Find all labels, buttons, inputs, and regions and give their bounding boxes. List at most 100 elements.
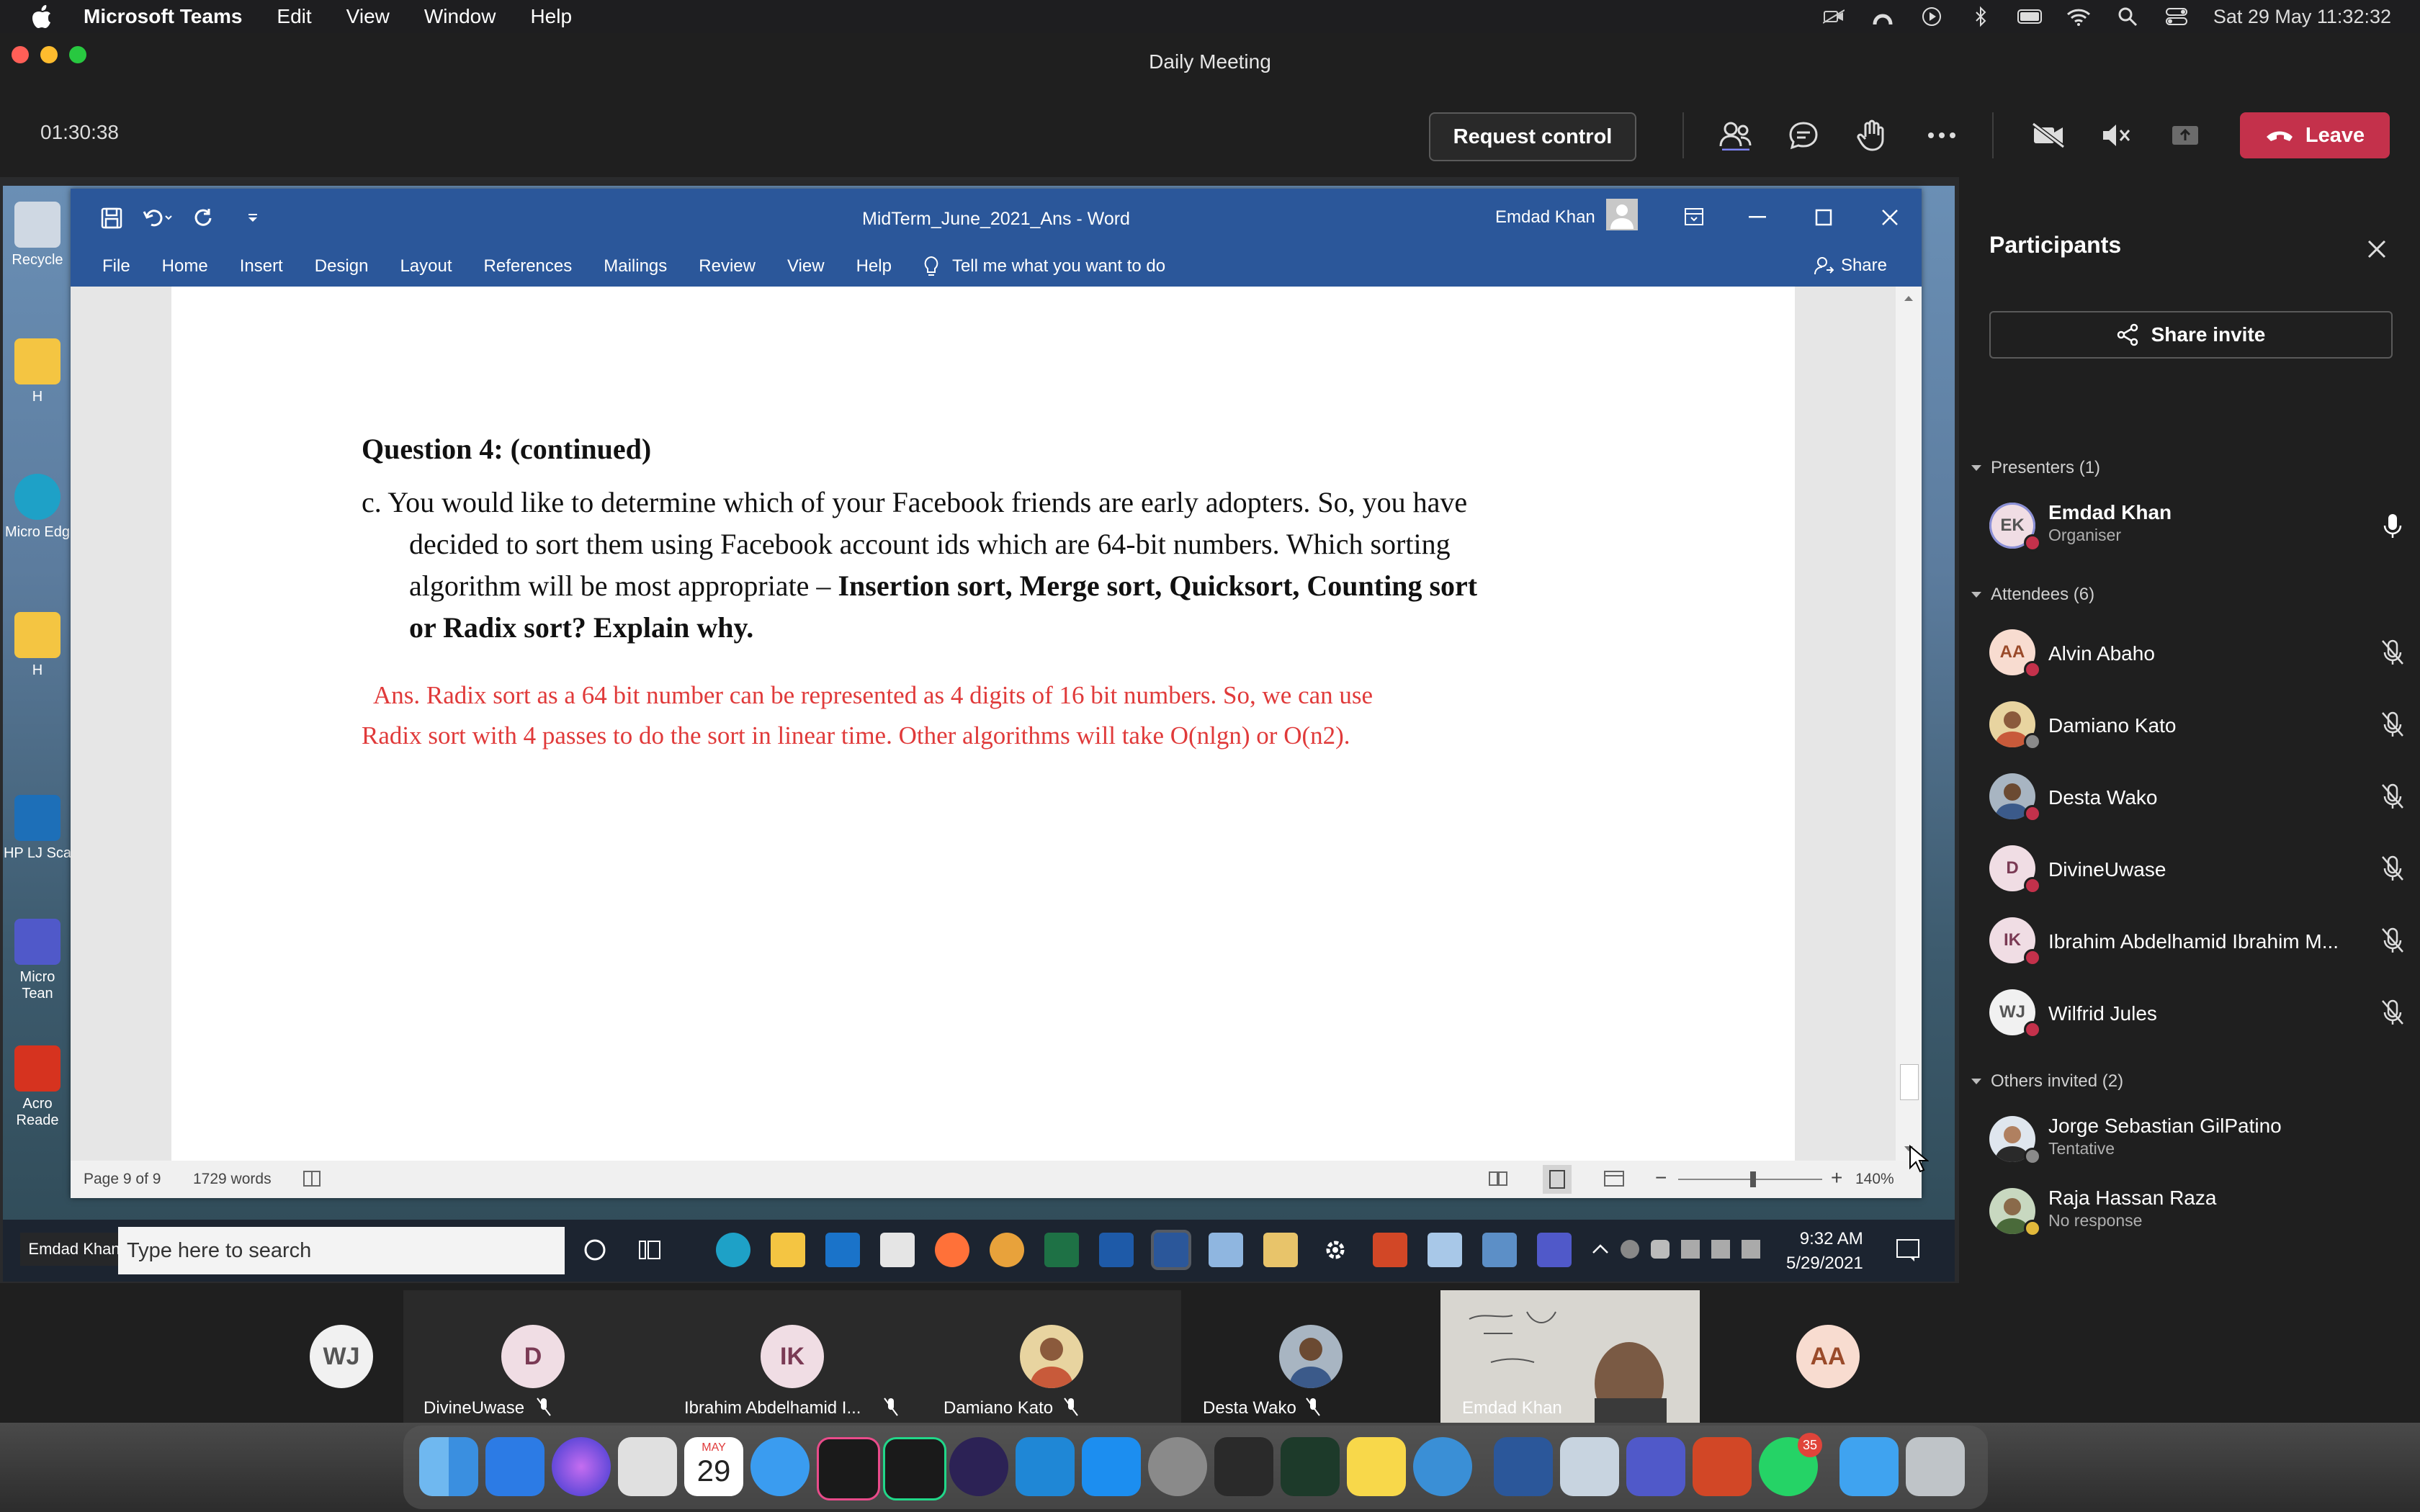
notes-icon[interactable]	[1347, 1437, 1406, 1496]
volume-icon[interactable]	[1742, 1240, 1760, 1259]
preview-icon[interactable]	[1560, 1437, 1619, 1496]
zoom-out-button[interactable]: −	[1655, 1166, 1667, 1189]
powerpoint-icon[interactable]	[1693, 1437, 1752, 1496]
taskbar-search-box[interactable]: Type here to search	[118, 1227, 565, 1274]
chrome-taskbar-icon[interactable]	[990, 1233, 1024, 1267]
tab-home[interactable]: Home	[162, 256, 208, 276]
scroll-thumb[interactable]	[1900, 1064, 1919, 1100]
app-store-icon[interactable]	[1082, 1437, 1141, 1496]
app-taskbar-icon[interactable]	[1209, 1233, 1243, 1267]
close-panel-icon[interactable]	[2367, 239, 2387, 259]
gallery-tile-desta[interactable]: Desta Wako	[1181, 1290, 1440, 1423]
others-invited-section-header[interactable]: Others invited (2)	[1971, 1071, 2123, 1092]
participant-raja[interactable]: Raja Hassan Raza No response	[1989, 1182, 2407, 1240]
web-layout-icon[interactable]	[1603, 1169, 1625, 1188]
zoom-in-button[interactable]: +	[1831, 1166, 1842, 1189]
word-icon[interactable]	[1494, 1437, 1553, 1496]
spotlight-search-icon[interactable]	[2115, 6, 2140, 27]
camera-off-icon[interactable]	[2030, 117, 2067, 154]
eclipse-icon[interactable]	[949, 1437, 1008, 1496]
folder-taskbar-icon[interactable]	[1263, 1233, 1298, 1267]
teams-taskbar-icon[interactable]	[1537, 1233, 1572, 1267]
tab-references[interactable]: References	[484, 256, 573, 276]
maximize-icon[interactable]	[1815, 209, 1832, 226]
task-view-icon[interactable]	[637, 1237, 663, 1263]
bluetooth-icon[interactable]	[1968, 6, 1993, 27]
vscode-icon[interactable]	[1016, 1437, 1075, 1496]
participant-ibrahim[interactable]: IK Ibrahim Abdelhamid Ibrahim M...	[1989, 912, 2407, 969]
camera-off-icon[interactable]	[1821, 6, 1846, 27]
pycharm-icon[interactable]	[883, 1437, 946, 1500]
file-explorer-taskbar-icon[interactable]	[771, 1233, 805, 1267]
scroll-up-arrow-icon[interactable]	[1901, 291, 1916, 305]
edge-taskbar-icon[interactable]	[716, 1233, 750, 1267]
tab-insert[interactable]: Insert	[240, 256, 283, 276]
tab-mailings[interactable]: Mailings	[604, 256, 667, 276]
system-preferences-icon[interactable]	[1148, 1437, 1207, 1496]
wifi-icon[interactable]	[2066, 6, 2091, 27]
zoom-slider[interactable]	[1678, 1171, 1822, 1187]
vertical-scrollbar[interactable]	[1896, 287, 1922, 1161]
store-taskbar-icon[interactable]	[880, 1233, 915, 1267]
request-control-button[interactable]: Request control	[1429, 112, 1636, 161]
gallery-tile-divineuwase[interactable]: D DivineUwase	[403, 1290, 663, 1423]
gallery-avatar-wj[interactable]: WJ	[310, 1325, 373, 1388]
cortana-icon[interactable]	[582, 1237, 608, 1263]
menubar-clock[interactable]: Sat 29 May 11:32:32	[2213, 6, 2391, 28]
participant-alvin-abaho[interactable]: AA Alvin Abaho	[1989, 624, 2407, 681]
powerpoint-taskbar-icon[interactable]	[1373, 1233, 1407, 1267]
files-icon[interactable]	[485, 1437, 544, 1496]
app-taskbar-icon[interactable]	[1099, 1233, 1134, 1267]
zoom-level[interactable]: 140%	[1855, 1171, 1894, 1188]
onedrive-icon[interactable]	[1621, 1240, 1639, 1259]
microphone-icon[interactable]	[1651, 1240, 1670, 1259]
word-user-name[interactable]: Emdad Khan	[1495, 207, 1595, 228]
menu-view[interactable]: View	[346, 5, 390, 28]
show-hidden-icons-icon[interactable]	[1592, 1241, 1609, 1256]
app-taskbar-icon[interactable]	[1482, 1233, 1517, 1267]
word-count[interactable]: 1729 words	[193, 1171, 272, 1188]
word-taskbar-icon[interactable]	[1151, 1230, 1191, 1270]
leave-button[interactable]: Leave	[2240, 112, 2390, 158]
participant-divineuwase[interactable]: D DivineUwase	[1989, 840, 2407, 897]
launchpad-icon[interactable]	[618, 1437, 677, 1496]
gallery-tile-ibrahim[interactable]: IK Ibrahim Abdelhamid I...	[663, 1290, 922, 1423]
downloads-folder-icon[interactable]	[1839, 1437, 1899, 1496]
settings-taskbar-icon[interactable]	[1318, 1233, 1353, 1267]
chat-icon[interactable]	[1785, 117, 1822, 154]
excel-taskbar-icon[interactable]	[1044, 1233, 1079, 1267]
proofing-icon[interactable]	[302, 1169, 324, 1188]
firefox-taskbar-icon[interactable]	[935, 1233, 969, 1267]
terminal-icon[interactable]	[1214, 1437, 1273, 1496]
tab-layout[interactable]: Layout	[400, 256, 452, 276]
word-share-button[interactable]: Share	[1814, 256, 1887, 276]
menu-edit[interactable]: Edit	[277, 5, 311, 28]
arc-icon[interactable]	[1870, 6, 1895, 27]
tell-me-search[interactable]: Tell me what you want to do	[952, 256, 1165, 276]
network-icon[interactable]	[1711, 1240, 1730, 1259]
document-page[interactable]: Question 4: (continued) c. You would lik…	[171, 287, 1795, 1161]
teams-icon[interactable]	[1626, 1437, 1685, 1496]
safari-icon[interactable]	[750, 1437, 810, 1496]
tab-design[interactable]: Design	[315, 256, 369, 276]
play-icon[interactable]	[1919, 6, 1944, 27]
user-avatar-icon[interactable]	[1606, 199, 1638, 230]
participant-desta-wako[interactable]: Desta Wako	[1989, 768, 2407, 825]
zoom-slider-handle[interactable]	[1750, 1171, 1756, 1187]
share-tray-icon[interactable]	[2166, 117, 2204, 154]
tab-file[interactable]: File	[102, 256, 130, 276]
page-count[interactable]: Page 9 of 9	[84, 1171, 161, 1188]
attendees-section-header[interactable]: Attendees (6)	[1971, 585, 2094, 605]
participant-emdad-khan[interactable]: EK Emdad Khan Organiser	[1989, 497, 2407, 554]
read-mode-icon[interactable]	[1488, 1169, 1510, 1188]
participant-wilfrid-jules[interactable]: WJ Wilfrid Jules	[1989, 984, 2407, 1041]
raise-hand-icon[interactable]	[1852, 117, 1890, 154]
menu-help[interactable]: Help	[530, 5, 572, 28]
siri-icon[interactable]	[552, 1437, 611, 1496]
gallery-video-emdad[interactable]: Emdad Khan	[1440, 1290, 1700, 1426]
mail-taskbar-icon[interactable]	[825, 1233, 860, 1267]
close-icon[interactable]	[1881, 209, 1899, 226]
minimize-icon[interactable]	[1749, 216, 1766, 219]
app-taskbar-icon[interactable]	[1428, 1233, 1462, 1267]
battery-tray-icon[interactable]	[1681, 1240, 1700, 1259]
